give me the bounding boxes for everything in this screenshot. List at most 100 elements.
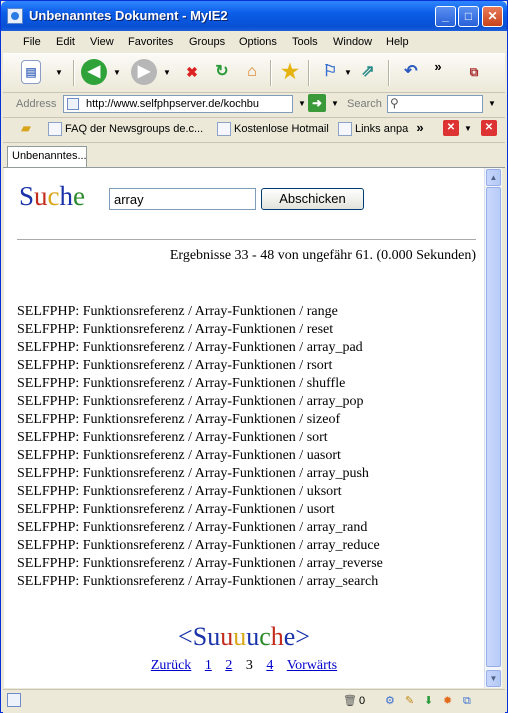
folder-icon[interactable]: ▰ [17, 119, 35, 137]
menu-help[interactable]: Help [386, 36, 409, 48]
refresh-icon[interactable]: ↻ [209, 59, 235, 85]
download-icon[interactable]: ⬇ [424, 693, 433, 709]
network-icon[interactable]: ⚙ [385, 693, 395, 709]
close-all-icon[interactable]: ✕ [443, 120, 459, 136]
popup-count: 0 [359, 695, 366, 707]
result-item[interactable]: SELFPHP: Funktionsreferenz / Array-Funkt… [17, 303, 383, 321]
menu-view[interactable]: View [90, 36, 114, 48]
home-icon[interactable]: ⌂ [239, 59, 265, 85]
menu-file[interactable]: File [23, 36, 41, 48]
chevron-down-icon[interactable]: ▼ [110, 65, 124, 81]
tab-unbenanntes[interactable]: Unbenanntes... [7, 146, 87, 167]
pager-logo-letter: e [283, 622, 296, 651]
back-icon[interactable]: ◀ [81, 59, 107, 85]
pager-logo-letter: c [259, 622, 271, 651]
browser-window: Unbenanntes Dokument - MyIE2 _ □ ✕ File … [0, 0, 508, 713]
result-item[interactable]: SELFPHP: Funktionsreferenz / Array-Funkt… [17, 573, 383, 591]
result-item[interactable]: SELFPHP: Funktionsreferenz / Array-Funkt… [17, 555, 383, 573]
result-item[interactable]: SELFPHP: Funktionsreferenz / Array-Funkt… [17, 375, 383, 393]
menu-edit[interactable]: Edit [56, 36, 75, 48]
query-input[interactable] [109, 188, 256, 210]
chevron-down-icon[interactable]: ▼ [160, 65, 174, 81]
close-tab-icon[interactable]: ✕ [481, 120, 497, 136]
result-item[interactable]: SELFPHP: Funktionsreferenz / Array-Funkt… [17, 519, 383, 537]
chevron-down-icon[interactable]: ▼ [52, 65, 66, 81]
menu-window[interactable]: Window [333, 36, 372, 48]
scroll-down-button[interactable]: ▼ [486, 670, 501, 687]
logo-letter: e [73, 181, 85, 211]
scroll-thumb[interactable] [486, 187, 501, 667]
more-icon[interactable]: » [431, 54, 445, 80]
go-arrow-icon[interactable]: ➜ [308, 94, 326, 112]
address-bar: Address http://www.selfphpserver.de/koch… [3, 93, 505, 118]
chevron-down-icon[interactable]: ▼ [485, 96, 499, 112]
link-hotmail[interactable]: Kostenlose Hotmail [234, 123, 329, 135]
menu-groups[interactable]: Groups [189, 36, 225, 48]
chevron-down-icon[interactable]: ▼ [341, 65, 355, 81]
result-item[interactable]: SELFPHP: Funktionsreferenz / Array-Funkt… [17, 393, 383, 411]
settings-gear-icon[interactable]: ✹ [443, 693, 452, 709]
chevron-down-icon[interactable]: ▼ [328, 96, 342, 112]
search-input[interactable]: ⚲ [387, 95, 483, 113]
maximize-button[interactable]: □ [458, 6, 479, 27]
address-input[interactable]: http://www.selfphpserver.de/kochbu [63, 95, 293, 113]
tab-bar: Unbenanntes... [3, 143, 505, 168]
pager-page-2[interactable]: 2 [225, 658, 232, 673]
link-faq-newsgroups[interactable]: FAQ der Newsgroups de.c... [65, 123, 203, 135]
pager-page-4[interactable]: 4 [266, 658, 273, 673]
result-item[interactable]: SELFPHP: Funktionsreferenz / Array-Funkt… [17, 321, 383, 339]
menu-options[interactable]: Options [239, 36, 277, 48]
pager-prev-link[interactable]: Zurück [151, 658, 191, 673]
forward-icon[interactable]: ▶ [131, 59, 157, 85]
pager-logo-letter: u [233, 622, 247, 651]
results-list: SELFPHP: Funktionsreferenz / Array-Funkt… [17, 303, 383, 591]
page-icon [67, 98, 79, 110]
menu-favorites[interactable]: Favorites [128, 36, 173, 48]
undo-close-icon[interactable]: ↶ [398, 59, 424, 85]
title-bar[interactable]: Unbenanntes Dokument - MyIE2 _ □ ✕ [1, 1, 507, 31]
popup-blocker-icon[interactable]: 🗑 [343, 693, 357, 709]
favorites-star-icon[interactable]: ★ [277, 59, 303, 85]
vertical-scrollbar[interactable]: ▲ ▼ [484, 168, 502, 688]
chevron-down-icon[interactable]: ▼ [461, 121, 475, 137]
pager-logo-letter: u [220, 622, 234, 651]
search-label: Search [347, 98, 382, 110]
link-links-anpassen[interactable]: Links anpa [355, 123, 408, 135]
pager-current-page: 3 [245, 658, 253, 673]
scroll-up-button[interactable]: ▲ [486, 169, 501, 186]
panel-toggle-icon[interactable]: ⧉ [461, 59, 487, 85]
menu-tools[interactable]: Tools [292, 36, 318, 48]
window-title: Unbenanntes Dokument - MyIE2 [29, 8, 228, 23]
page-content: Suche Abschicken Ergebnisse 33 - 48 von … [4, 168, 484, 688]
result-item[interactable]: SELFPHP: Funktionsreferenz / Array-Funkt… [17, 483, 383, 501]
magnifier-icon: ⚲ [390, 96, 399, 110]
pager-next-link[interactable]: Vorwärts [287, 658, 337, 673]
result-item[interactable]: SELFPHP: Funktionsreferenz / Array-Funkt… [17, 357, 383, 375]
logo-letter: h [59, 181, 74, 211]
window-icon[interactable]: ⧉ [463, 693, 471, 709]
submit-button[interactable]: Abschicken [261, 188, 364, 210]
result-item[interactable]: SELFPHP: Funktionsreferenz / Array-Funkt… [17, 537, 383, 555]
groups-icon[interactable]: ⚐ [317, 59, 343, 85]
result-item[interactable]: SELFPHP: Funktionsreferenz / Array-Funkt… [17, 429, 383, 447]
result-item[interactable]: SELFPHP: Funktionsreferenz / Array-Funkt… [17, 411, 383, 429]
minimize-button[interactable]: _ [435, 6, 456, 27]
stop-icon[interactable]: ✖ [179, 59, 205, 85]
address-label: Address [16, 98, 57, 110]
result-item[interactable]: SELFPHP: Funktionsreferenz / Array-Funkt… [17, 447, 383, 465]
pager-next-arrow: > [295, 622, 310, 651]
pager-prev-arrow: < [178, 622, 193, 651]
more-icon[interactable]: » [413, 115, 427, 141]
status-bar: 🗑 0 ⚙ ✎ ⬇ ✹ ⧉ [3, 689, 505, 713]
logo-letter: u [34, 181, 48, 211]
brush-icon[interactable]: ✎ [405, 693, 414, 709]
page-status-icon [7, 693, 21, 707]
result-item[interactable]: SELFPHP: Funktionsreferenz / Array-Funkt… [17, 501, 383, 519]
window-arrange-icon[interactable]: ⇗ [355, 59, 381, 85]
result-item[interactable]: SELFPHP: Funktionsreferenz / Array-Funkt… [17, 339, 383, 357]
result-item[interactable]: SELFPHP: Funktionsreferenz / Array-Funkt… [17, 465, 383, 483]
pager-page-1[interactable]: 1 [205, 658, 212, 673]
new-document-icon[interactable]: ▤ [21, 60, 41, 84]
close-button[interactable]: ✕ [482, 6, 503, 27]
chevron-down-icon[interactable]: ▼ [295, 96, 309, 112]
